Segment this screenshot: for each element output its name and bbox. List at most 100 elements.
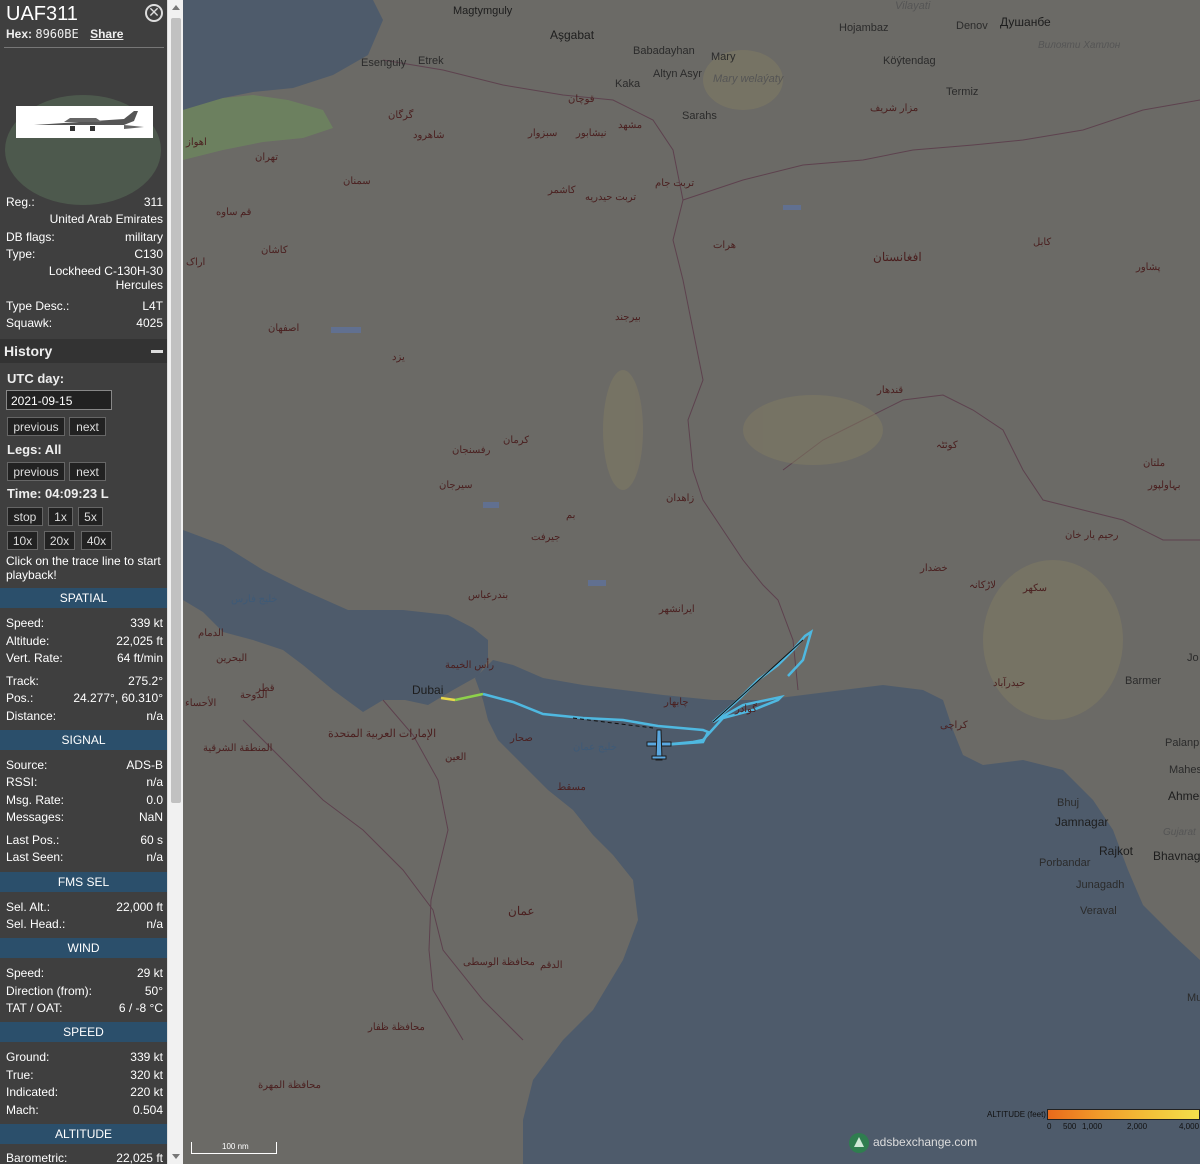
place-label-arabic: محافظة المهرة	[258, 1080, 321, 1091]
leg-previous-button[interactable]: previous	[7, 462, 65, 481]
date-input[interactable]: 2021-09-15	[6, 390, 112, 410]
distance-label: Distance:	[6, 709, 57, 723]
model-value: Lockheed C-130H-30	[48, 264, 163, 278]
speed-20x-button[interactable]: 20x	[44, 531, 75, 550]
place-label-arabic: قندهار	[877, 385, 904, 396]
place-label-arabic: سیرجان	[439, 480, 473, 491]
temp-label: TAT / OAT:	[6, 1001, 63, 1015]
scroll-down-icon[interactable]	[172, 1154, 180, 1159]
section-altitude[interactable]: ALTITUDE	[0, 1124, 167, 1144]
close-icon[interactable]: ✕	[145, 4, 163, 22]
section-speed[interactable]: SPEED	[0, 1022, 167, 1042]
place-label: Porbandar	[1039, 857, 1091, 869]
legend-tick: 4,000	[1179, 1122, 1200, 1131]
place-label: Душанбе	[1000, 15, 1051, 29]
place-label-arabic: العين	[445, 752, 467, 763]
collapse-icon[interactable]	[151, 350, 163, 353]
track-value: 275.2°	[128, 674, 163, 688]
place-label: Vilayati	[895, 0, 931, 12]
place-label-arabic: رفسنجان	[452, 445, 491, 456]
place-label-arabic: رأس الخيمة	[445, 660, 495, 671]
lastpos-label: Last Pos.:	[6, 833, 60, 847]
type-label: Type:	[6, 247, 36, 261]
speed-1x-button[interactable]: 1x	[48, 507, 73, 526]
aircraft-photo-area	[5, 95, 161, 205]
place-label: Magtymguly	[453, 5, 513, 17]
windspeed-label: Speed:	[6, 966, 45, 980]
place-label-arabic: سمنان	[343, 176, 371, 187]
utc-day-label: UTC day:	[7, 371, 65, 386]
speed-5x-button[interactable]: 5x	[78, 507, 103, 526]
history-header[interactable]: History	[0, 339, 167, 363]
place-label-arabic: شاهرود	[413, 130, 445, 141]
callsign: UAF311	[6, 3, 78, 25]
speed-10x-button[interactable]: 10x	[7, 531, 38, 550]
legend-color-bar	[1047, 1109, 1200, 1120]
legend-tick: 0	[1047, 1122, 1052, 1131]
place-label-arabic: تربت جام	[655, 178, 695, 189]
place-label: Jamnagar	[1055, 815, 1109, 829]
day-next-button[interactable]: next	[69, 417, 106, 436]
selalt-value: 22,000 ft	[116, 900, 163, 914]
place-label: Etrek	[418, 55, 444, 67]
lastseen-label: Last Seen:	[6, 850, 64, 864]
track-label: Track:	[6, 674, 39, 688]
place-label: Veraval	[1080, 905, 1117, 917]
section-signal[interactable]: SIGNAL	[0, 730, 167, 750]
true-value: 320 kt	[130, 1068, 163, 1082]
model-value-2: Hercules	[115, 278, 163, 292]
section-spatial[interactable]: SPATIAL	[0, 588, 167, 608]
scrollbar-thumb[interactable]	[171, 18, 181, 803]
place-label-arabic: سبزوار	[528, 128, 558, 139]
windspeed-value: 29 kt	[136, 966, 163, 980]
speed-40x-button[interactable]: 40x	[81, 531, 112, 550]
sidebar-scrollbar[interactable]	[167, 0, 184, 1164]
winddir-value: 50°	[144, 984, 163, 998]
aircraft-photo[interactable]	[16, 106, 153, 138]
sea-label: خليج فارس	[231, 594, 278, 605]
leg-next-button[interactable]: next	[69, 462, 106, 481]
legend-tick: 1,000	[1082, 1122, 1103, 1131]
place-label: Sarahs	[682, 110, 717, 122]
place-label-arabic: المنطقة الشرقية	[203, 743, 273, 754]
place-label-arabic: الإمارات العربية المتحدة	[328, 728, 437, 740]
section-wind[interactable]: WIND	[0, 938, 167, 958]
map-canvas	[183, 0, 1200, 1164]
vertrate-label: Vert. Rate:	[6, 651, 63, 665]
place-label: Aşgabat	[550, 28, 595, 42]
altitude-value: 22,025 ft	[116, 634, 163, 648]
dbflags-value: military	[125, 230, 163, 244]
adsbexchange-logo-icon	[849, 1133, 869, 1153]
place-label-arabic: ملتان	[1143, 458, 1166, 469]
place-label-arabic: افغانستان	[873, 250, 922, 264]
legs-label: Legs: All	[7, 442, 62, 457]
place-label: Junagadh	[1076, 879, 1125, 891]
place-label-arabic: تربت حیدریه	[585, 192, 637, 203]
place-label: Ahmed	[1168, 789, 1200, 803]
place-label-arabic: حیدرآباد	[993, 678, 1026, 689]
place-label-arabic: پشاور	[1136, 262, 1161, 273]
place-label-arabic: تهران	[255, 152, 279, 163]
share-link[interactable]: Share	[90, 27, 123, 41]
type-value: C130	[134, 247, 163, 261]
stop-button[interactable]: stop	[7, 507, 43, 526]
altitude-legend: ALTITUDE (feet) 0 500 1,000 2,000 4,000	[983, 1106, 1200, 1136]
section-fms[interactable]: FMS SEL	[0, 872, 167, 892]
place-label-arabic: بہاولپور	[1148, 480, 1181, 491]
sea-label: خليج عمان	[573, 742, 617, 753]
ground-label: Ground:	[6, 1050, 50, 1064]
place-label: Altyn Asyr	[653, 68, 702, 80]
place-label: Jo	[1187, 652, 1199, 664]
brand-watermark[interactable]: adsbexchange.com	[849, 1133, 977, 1153]
place-label-arabic: گوادر	[735, 704, 757, 715]
place-label: Вилояти Хатлон	[1038, 40, 1121, 51]
source-label: Source:	[6, 758, 48, 772]
scroll-up-icon[interactable]	[172, 5, 180, 10]
place-label-arabic: الدمام	[198, 628, 224, 639]
map-view[interactable]: Magtymguly Aşgabat Babadayhan Mary Altyn…	[183, 0, 1200, 1164]
place-label-arabic: یزد	[392, 352, 405, 363]
hex-code: 8960BE	[35, 27, 79, 41]
place-label-arabic: مسقط	[557, 782, 586, 793]
day-previous-button[interactable]: previous	[7, 417, 65, 436]
selhead-value: n/a	[146, 917, 163, 931]
